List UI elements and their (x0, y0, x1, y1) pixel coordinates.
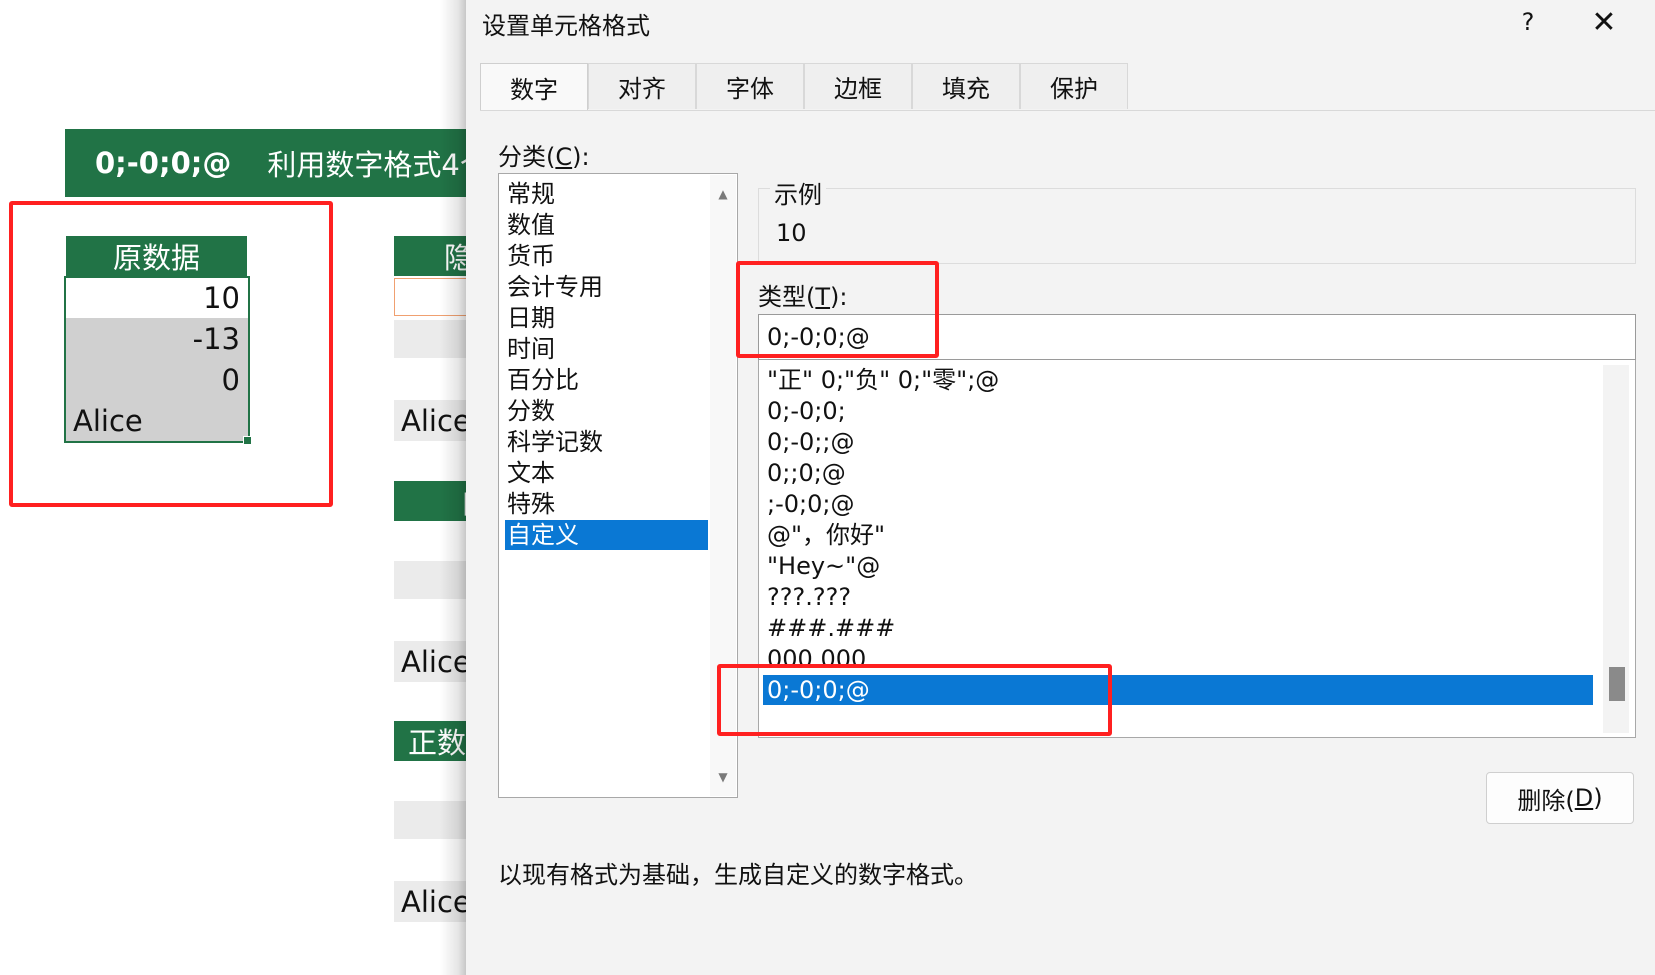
cell-value[interactable]: -13 (66, 318, 248, 359)
category-item-accounting[interactable]: 会计专用 (505, 272, 708, 302)
category-list[interactable]: 常规 数值 货币 会计专用 日期 时间 百分比 分数 科学记数 文本 特殊 自定… (498, 173, 738, 798)
category-item-scientific[interactable]: 科学记数 (505, 427, 708, 457)
tab-number[interactable]: 数字 (480, 63, 588, 111)
format-scrollbar[interactable] (1603, 365, 1629, 733)
sample-label: 示例 (770, 175, 826, 210)
format-item[interactable]: "Hey~"@ (763, 551, 1593, 581)
banner-format: 0;-0;0;@ (95, 146, 232, 180)
format-scroll-thumb[interactable] (1609, 667, 1625, 701)
category-item-special[interactable]: 特殊 (505, 489, 708, 519)
category-item-time[interactable]: 时间 (505, 334, 708, 364)
tab-fill[interactable]: 填充 (912, 63, 1020, 109)
source-data-header: 原数据 (66, 236, 247, 276)
sheet-banner: 0;-0;0;@ 利用数字格式4个 (65, 129, 485, 197)
description-text: 以现有格式为基础，生成自定义的数字格式。 (498, 861, 978, 889)
category-item-fraction[interactable]: 分数 (505, 396, 708, 426)
category-item-custom[interactable]: 自定义 (505, 520, 708, 550)
tab-border[interactable]: 边框 (804, 63, 912, 109)
fill-handle[interactable] (243, 436, 252, 445)
highlight-box-type (736, 261, 939, 358)
tab-divider (480, 110, 1655, 111)
format-cells-dialog: 设置单元格格式 ? ✕ 数字 对齐 字体 边框 填充 保护 分类(C): 常规 … (466, 0, 1655, 975)
dialog-titlebar[interactable]: 设置单元格格式 ? ✕ (466, 0, 1655, 46)
close-icon[interactable]: ✕ (1574, 2, 1634, 42)
dialog-shadow (440, 0, 466, 975)
delete-button[interactable]: 删除(D) (1486, 772, 1634, 824)
format-item[interactable]: 0;;0;@ (763, 458, 1593, 488)
category-label-end: ): (572, 143, 590, 171)
cell-value[interactable]: 10 (66, 278, 248, 318)
category-item-number[interactable]: 数值 (505, 210, 708, 240)
format-item[interactable]: ;-0;0;@ (763, 489, 1593, 519)
delete-label-text: 删除( (1517, 786, 1575, 815)
category-item-date[interactable]: 日期 (505, 303, 708, 333)
scroll-up-icon[interactable]: ▲ (710, 183, 736, 205)
sample-group (758, 188, 1636, 264)
cell-value[interactable]: Alice (66, 400, 248, 441)
category-item-percentage[interactable]: 百分比 (505, 365, 708, 395)
dialog-title: 设置单元格格式 (482, 12, 650, 40)
tab-bar: 数字 对齐 字体 边框 填充 保护 (480, 63, 1128, 111)
format-item[interactable]: ###.### (763, 613, 1593, 643)
format-item[interactable]: @"，你好" (763, 520, 1593, 550)
format-item[interactable]: "正" 0;"负" 0;"零";@ (763, 365, 1593, 395)
category-item-text[interactable]: 文本 (505, 458, 708, 488)
category-item-general[interactable]: 常规 (505, 179, 708, 209)
highlight-box-selected-format (717, 664, 1112, 736)
delete-label-end: ) (1593, 784, 1603, 812)
tab-alignment[interactable]: 对齐 (588, 63, 696, 109)
tab-font[interactable]: 字体 (696, 63, 804, 109)
sample-value: 10 (776, 219, 807, 247)
category-label-text: 分类( (498, 143, 556, 171)
format-item[interactable]: ???.??? (763, 582, 1593, 612)
cell-value[interactable]: 0 (66, 359, 248, 400)
category-label: 分类(C): (498, 137, 590, 172)
category-item-currency[interactable]: 货币 (505, 241, 708, 271)
format-item[interactable]: 0;-0;0; (763, 396, 1593, 426)
tab-protection[interactable]: 保护 (1020, 63, 1128, 109)
category-label-key: C (555, 143, 573, 171)
scroll-down-icon[interactable]: ▼ (710, 766, 736, 788)
delete-label-key: D (1574, 784, 1594, 812)
format-item[interactable]: 0;-0;;@ (763, 427, 1593, 457)
help-button[interactable]: ? (1506, 4, 1550, 40)
